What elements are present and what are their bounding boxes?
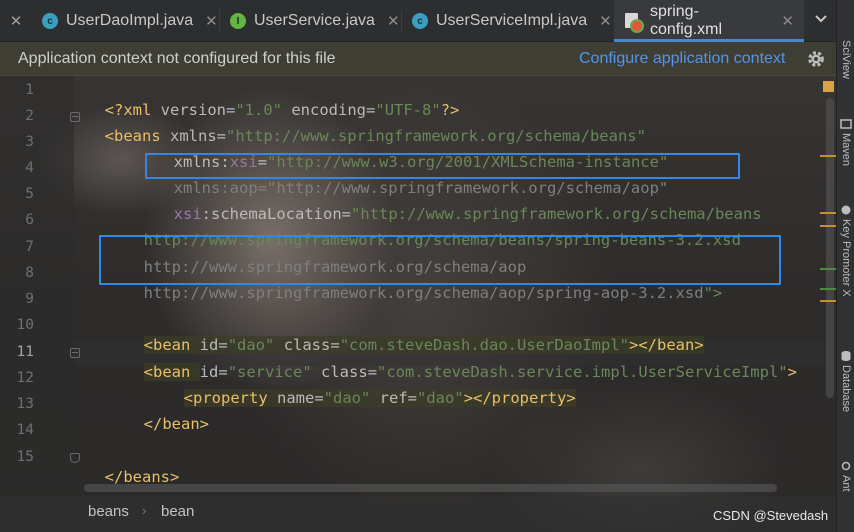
line-number: 6 xyxy=(25,212,34,228)
line-number: 8 xyxy=(25,265,34,281)
line-number: 13 xyxy=(16,396,34,412)
tab-label: UserServiceImpl.java xyxy=(436,12,588,29)
chevron-down-icon[interactable] xyxy=(808,12,834,32)
key-promoter-icon xyxy=(841,205,851,215)
tab-label: spring-config.xml xyxy=(650,3,723,38)
line-number-current: 11 xyxy=(16,344,34,360)
close-icon[interactable]: ✕ xyxy=(387,12,400,30)
tab-userservice[interactable]: I UserService.java ✕ xyxy=(220,0,400,42)
annotation-box-aop-schema xyxy=(99,235,781,285)
annotation-box-aop-namespace xyxy=(145,153,740,179)
close-icon[interactable]: ✕ xyxy=(599,12,612,30)
line-number: 9 xyxy=(25,291,34,307)
tool-label: SciView xyxy=(840,40,852,79)
tool-database[interactable]: Database xyxy=(837,350,854,412)
notification-banner: Application context not configured for t… xyxy=(0,42,836,76)
configure-context-link[interactable]: Configure application context xyxy=(579,50,785,68)
gear-icon[interactable] xyxy=(806,49,826,69)
tool-label: Key Promoter X xyxy=(840,219,852,297)
tool-maven[interactable]: Maven xyxy=(837,118,854,166)
class-icon: c xyxy=(42,13,58,29)
change-marker[interactable] xyxy=(820,300,836,302)
tab-label: UserService.java xyxy=(254,12,375,29)
line-number: 10 xyxy=(16,317,34,333)
tool-ant[interactable]: Ant xyxy=(837,460,854,492)
tool-sciview[interactable]: SciView xyxy=(837,40,854,79)
code-line-13[interactable]: </bean> xyxy=(125,394,209,434)
warning-indicator-icon[interactable] xyxy=(823,81,834,92)
line-number: 12 xyxy=(16,370,34,386)
banner-message: Application context not configured for t… xyxy=(18,50,336,67)
class-icon: c xyxy=(412,13,428,29)
fold-toggle-icon[interactable] xyxy=(70,348,80,358)
tab-userdaoimpl[interactable]: c UserDaoImpl.java ✕ xyxy=(32,0,218,42)
database-icon xyxy=(841,351,851,361)
line-number: 4 xyxy=(25,160,34,176)
change-marker[interactable] xyxy=(820,225,836,227)
change-marker[interactable] xyxy=(820,155,836,157)
close-icon[interactable]: ✕ xyxy=(205,12,218,30)
chevron-right-icon: › xyxy=(142,503,147,518)
code-line-12[interactable]: <property name="dao" ref="dao"></propert… xyxy=(165,368,576,408)
xml-file-icon xyxy=(624,12,644,33)
tool-key-promoter[interactable]: Key Promoter X xyxy=(837,204,854,297)
editor-tab-bar: ✕ c UserDaoImpl.java ✕ I UserService.jav… xyxy=(0,0,854,42)
tab-userserviceimpl[interactable]: c UserServiceImpl.java ✕ xyxy=(402,0,612,42)
breadcrumb-item-beans[interactable]: beans xyxy=(88,503,129,520)
fold-toggle-icon[interactable] xyxy=(70,112,80,122)
fold-end-icon[interactable] xyxy=(70,453,80,463)
code-line-15[interactable]: </beans> xyxy=(86,447,180,487)
line-number: 7 xyxy=(25,239,34,255)
line-number: 14 xyxy=(16,422,34,438)
change-marker[interactable] xyxy=(820,268,836,270)
line-number: 1 xyxy=(25,82,34,98)
line-number: 15 xyxy=(16,449,34,465)
close-icon[interactable]: ✕ xyxy=(8,12,24,30)
vertical-scrollbar[interactable] xyxy=(826,98,834,398)
tool-label: Database xyxy=(840,365,852,413)
right-tool-strip: SciView Maven Key Promoter X Database An… xyxy=(836,0,854,532)
line-number: 2 xyxy=(25,108,34,124)
watermark: CSDN @Stevedash xyxy=(713,508,829,523)
line-number: 3 xyxy=(25,134,34,150)
maven-icon xyxy=(840,119,852,129)
change-marker[interactable] xyxy=(820,288,836,290)
line-number: 5 xyxy=(25,186,34,202)
tool-label: Ant xyxy=(840,475,852,492)
horizontal-scrollbar[interactable] xyxy=(84,484,777,492)
breadcrumb-item-bean[interactable]: bean xyxy=(161,503,194,520)
tool-label: Maven xyxy=(840,133,852,167)
interface-icon: I xyxy=(230,13,246,29)
breadcrumb: beans › bean xyxy=(0,496,836,532)
tab-label: UserDaoImpl.java xyxy=(66,12,194,29)
ant-icon xyxy=(841,461,851,471)
change-marker[interactable] xyxy=(820,212,836,214)
close-icon[interactable]: ✕ xyxy=(781,12,794,30)
tab-spring-config-xml[interactable]: spring-config.xml ✕ xyxy=(614,0,804,42)
